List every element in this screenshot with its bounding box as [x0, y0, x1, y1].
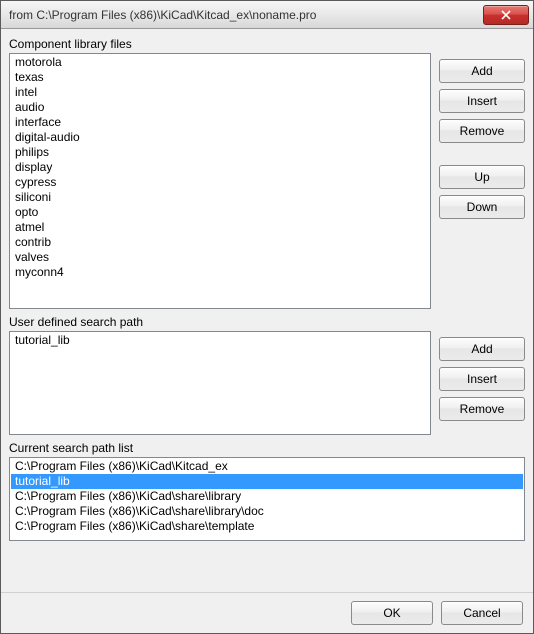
- user-search-path-buttons: Add Insert Remove: [439, 315, 525, 421]
- dialog-window: from C:\Program Files (x86)\KiCad\Kitcad…: [0, 0, 534, 634]
- list-item[interactable]: tutorial_lib: [11, 333, 429, 348]
- list-item[interactable]: C:\Program Files (x86)\KiCad\share\templ…: [11, 519, 523, 534]
- list-item[interactable]: atmel: [11, 220, 429, 235]
- user-search-path-list[interactable]: tutorial_lib: [9, 331, 431, 435]
- cancel-button[interactable]: Cancel: [441, 601, 523, 625]
- list-item[interactable]: C:\Program Files (x86)\KiCad\Kitcad_ex: [11, 459, 523, 474]
- user-search-path-section: User defined search path tutorial_lib Ad…: [9, 315, 525, 435]
- current-search-path-section: Current search path list C:\Program File…: [9, 441, 525, 541]
- list-item[interactable]: intel: [11, 85, 429, 100]
- list-item[interactable]: valves: [11, 250, 429, 265]
- list-item[interactable]: motorola: [11, 55, 429, 70]
- component-library-label: Component library files: [9, 37, 431, 51]
- remove-button[interactable]: Remove: [439, 119, 525, 143]
- remove-button[interactable]: Remove: [439, 397, 525, 421]
- component-library-section: Component library files motorolatexasint…: [9, 37, 525, 309]
- ok-button[interactable]: OK: [351, 601, 433, 625]
- down-button[interactable]: Down: [439, 195, 525, 219]
- component-library-list[interactable]: motorolatexasintelaudiointerfacedigital-…: [9, 53, 431, 309]
- list-item[interactable]: opto: [11, 205, 429, 220]
- list-item[interactable]: C:\Program Files (x86)\KiCad\share\libra…: [11, 489, 523, 504]
- list-item[interactable]: audio: [11, 100, 429, 115]
- list-item[interactable]: display: [11, 160, 429, 175]
- list-item[interactable]: philips: [11, 145, 429, 160]
- list-item[interactable]: myconn4: [11, 265, 429, 280]
- list-item[interactable]: texas: [11, 70, 429, 85]
- component-library-buttons: Add Insert Remove Up Down: [439, 37, 525, 219]
- client-area: Component library files motorolatexasint…: [1, 29, 533, 592]
- current-search-path-label: Current search path list: [9, 441, 525, 455]
- titlebar[interactable]: from C:\Program Files (x86)\KiCad\Kitcad…: [1, 1, 533, 29]
- close-button[interactable]: [483, 5, 529, 25]
- add-button[interactable]: Add: [439, 337, 525, 361]
- insert-button[interactable]: Insert: [439, 89, 525, 113]
- up-button[interactable]: Up: [439, 165, 525, 189]
- add-button[interactable]: Add: [439, 59, 525, 83]
- list-item[interactable]: cypress: [11, 175, 429, 190]
- dialog-footer: OK Cancel: [1, 592, 533, 633]
- list-item[interactable]: digital-audio: [11, 130, 429, 145]
- list-item[interactable]: contrib: [11, 235, 429, 250]
- close-icon: [501, 10, 511, 20]
- insert-button[interactable]: Insert: [439, 367, 525, 391]
- current-search-path-list[interactable]: C:\Program Files (x86)\KiCad\Kitcad_extu…: [9, 457, 525, 541]
- list-item[interactable]: tutorial_lib: [11, 474, 523, 489]
- list-item[interactable]: siliconi: [11, 190, 429, 205]
- list-item[interactable]: C:\Program Files (x86)\KiCad\share\libra…: [11, 504, 523, 519]
- window-title: from C:\Program Files (x86)\KiCad\Kitcad…: [9, 8, 483, 22]
- user-search-path-label: User defined search path: [9, 315, 431, 329]
- list-item[interactable]: interface: [11, 115, 429, 130]
